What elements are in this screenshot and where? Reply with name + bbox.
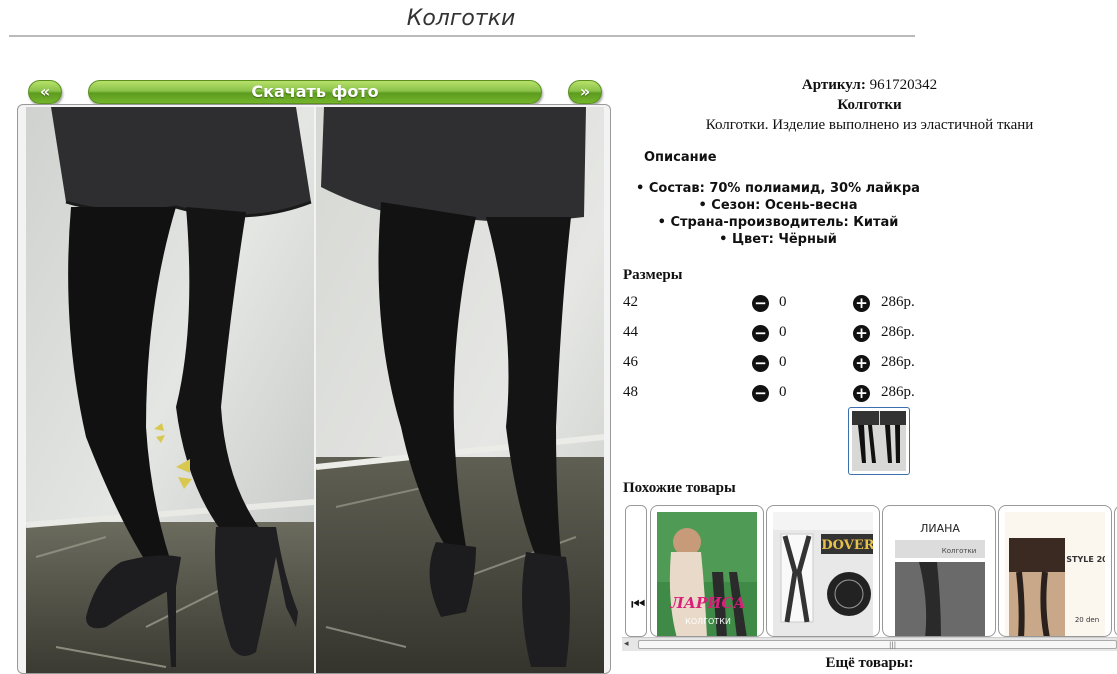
price-value: 286р. — [881, 384, 915, 400]
photo-right — [316, 107, 604, 673]
similar-product-card[interactable]: ЛАРИСА КОЛГОТКИ — [650, 505, 764, 637]
card-image: STYLE 20 20 den — [1005, 512, 1105, 636]
size-value: 42 — [623, 294, 638, 310]
prev-photo-button[interactable]: « — [28, 80, 62, 104]
next-photo-button[interactable]: » — [568, 80, 602, 104]
quantity-value: 0 — [779, 294, 787, 310]
artikul-value: 961720342 — [869, 77, 938, 93]
artikul: Артикул: 961720342 — [622, 77, 1117, 94]
thumbnail-image — [852, 411, 906, 471]
product-image: ЛАРИСА КОЛГОТКИ — [657, 512, 757, 636]
similar-product-card[interactable]: DOVER — [766, 505, 880, 637]
similar-carousel: ⏮ ЛАРИСА КОЛГОТКИ DOVER ЛИАНА Колготки S… — [622, 503, 1117, 651]
list-item: Цвет: Чёрный — [622, 231, 934, 248]
card-subtitle: КОЛГОТКИ — [685, 617, 731, 626]
quantity-value: 0 — [779, 384, 787, 400]
card-brand: ЛАРИСА — [669, 594, 745, 612]
quantity-value: 0 — [779, 354, 787, 370]
product-image: STYLE 20 20 den — [1005, 512, 1105, 636]
minus-circle-icon[interactable]: − — [752, 295, 769, 312]
size-row: 42 − 0 + 286р. — [623, 294, 1117, 314]
similar-heading: Похожие товары — [623, 480, 736, 496]
card-image: ЛАРИСА КОЛГОТКИ — [657, 512, 757, 636]
size-row: 44 − 0 + 286р. — [623, 324, 1117, 344]
description-list: Состав: 70% полиамид, 30% лайкра Сезон: … — [622, 180, 934, 248]
price-value: 286р. — [881, 294, 915, 310]
size-value: 48 — [623, 384, 638, 400]
card-subtitle: 20 den — [1075, 616, 1099, 624]
skip-back-icon: ⏮ — [631, 594, 646, 613]
card-image: DOVER — [773, 512, 873, 636]
quantity-value: 0 — [779, 324, 787, 340]
photo-left — [26, 107, 314, 673]
plus-circle-icon[interactable]: + — [853, 295, 870, 312]
card-image: ЛИАНА Колготки — [889, 512, 989, 636]
minus-circle-icon[interactable]: − — [752, 355, 769, 372]
list-item: Состав: 70% полиамид, 30% лайкра — [622, 180, 934, 197]
plus-circle-icon[interactable]: + — [853, 325, 870, 342]
download-photo-button[interactable]: Скачать фото — [88, 80, 542, 104]
size-value: 46 — [623, 354, 638, 370]
size-row: 48 − 0 + 286р. — [623, 384, 1117, 404]
minus-circle-icon[interactable]: − — [752, 325, 769, 342]
minus-circle-icon[interactable]: − — [752, 385, 769, 402]
card-brand: STYLE 20 — [1066, 555, 1105, 564]
size-value: 44 — [623, 324, 638, 340]
description-heading: Описание — [644, 150, 717, 165]
price-value: 286р. — [881, 354, 915, 370]
more-products-heading: Ещё товары: — [825, 655, 914, 671]
product-photo[interactable] — [17, 104, 611, 674]
price-value: 286р. — [881, 324, 915, 340]
card-brand: ЛИАНА — [920, 522, 960, 535]
carousel-prev-button[interactable]: ⏮ — [625, 505, 647, 637]
product-description: Колготки. Изделие выполнено из эластично… — [705, 117, 1034, 133]
artikul-label: Артикул: — [801, 77, 866, 93]
list-item: Сезон: Осень-весна — [622, 197, 934, 214]
sizes-heading: Размеры — [623, 267, 683, 283]
product-image: ЛИАНА Колготки — [889, 512, 989, 636]
product-image: DOVER — [773, 512, 873, 636]
scrollbar-thumb[interactable]: ||| — [638, 640, 1117, 649]
size-row: 46 − 0 + 286р. — [623, 354, 1117, 374]
horizontal-scrollbar[interactable]: ◂ ||| — [622, 637, 1117, 651]
plus-circle-icon[interactable]: + — [853, 355, 870, 372]
similar-product-card[interactable]: STYLE 20 20 den — [998, 505, 1112, 637]
card-brand: DOVER — [821, 538, 873, 553]
photo-thumbnail[interactable] — [848, 407, 910, 475]
plus-circle-icon[interactable]: + — [853, 385, 870, 402]
page-title: Колготки — [406, 6, 516, 31]
product-name: Колготки — [837, 97, 902, 113]
similar-product-card[interactable]: ЛИАНА Колготки — [882, 505, 996, 637]
card-subtitle: Колготки — [942, 547, 977, 555]
scroll-left-icon[interactable]: ◂ — [624, 639, 636, 651]
title-divider — [9, 35, 915, 37]
list-item: Страна-производитель: Китай — [622, 214, 934, 231]
grip-icon: ||| — [889, 641, 897, 649]
